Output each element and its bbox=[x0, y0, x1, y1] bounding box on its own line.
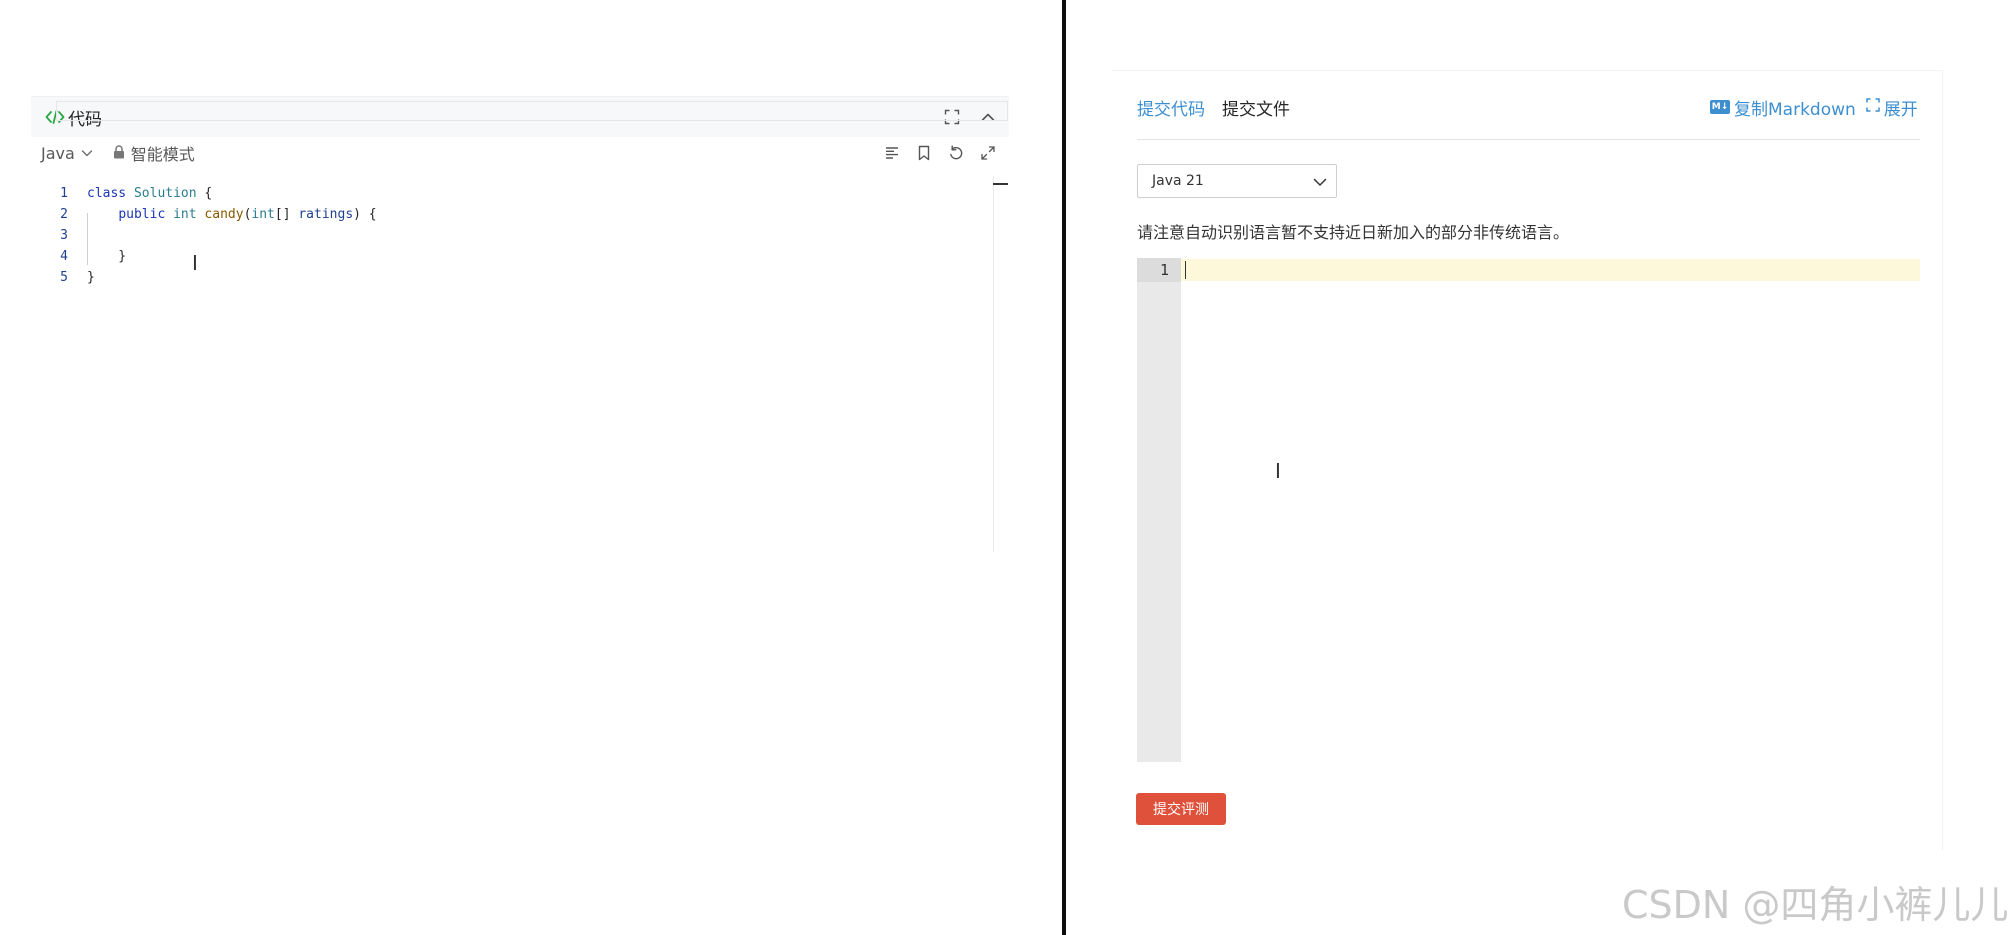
code-input-area[interactable]: 1 bbox=[1137, 258, 1920, 762]
code-line: 1 class Solution { bbox=[31, 183, 993, 204]
tab-submit-file[interactable]: 提交文件 bbox=[1222, 95, 1290, 120]
submit-tabs: 提交代码 提交文件 bbox=[1137, 90, 1290, 124]
header-divider bbox=[1137, 139, 1920, 140]
code-line: 5 } bbox=[31, 267, 993, 288]
undo-icon[interactable] bbox=[945, 142, 967, 164]
text-cursor-icon: I bbox=[192, 251, 198, 275]
language-dropdown[interactable]: Java bbox=[41, 144, 93, 163]
code-panel: 代码 Java 智能模式 1 class Solution {2 public… bbox=[31, 96, 1009, 552]
active-line-highlight bbox=[56, 101, 1008, 121]
expand-icon[interactable] bbox=[977, 142, 999, 164]
tab-submit-code[interactable]: 提交代码 bbox=[1137, 95, 1205, 120]
line-number: 5 bbox=[60, 270, 68, 285]
minimap-slider[interactable] bbox=[993, 183, 1008, 185]
editor-toolbar-actions bbox=[881, 136, 999, 170]
chevron-down-icon bbox=[81, 144, 93, 163]
line-number: 1 bbox=[1137, 258, 1181, 282]
format-icon[interactable] bbox=[881, 142, 903, 164]
bookmark-icon[interactable] bbox=[913, 142, 935, 164]
language-select-value: Java 21 bbox=[1152, 173, 1204, 189]
smart-mode-label: 智能模式 bbox=[130, 145, 195, 164]
code-line: 2 public int candy(int[] ratings) { bbox=[31, 204, 993, 225]
line-gutter: 1 bbox=[1137, 258, 1181, 762]
code-line: 3 bbox=[31, 225, 993, 246]
submit-judge-button[interactable]: 提交评测 bbox=[1136, 793, 1226, 825]
expand-link[interactable]: 展开 bbox=[1866, 95, 1918, 120]
line-code: } bbox=[87, 249, 127, 264]
expand-label: 展开 bbox=[1883, 99, 1918, 120]
language-notice: 请注意自动识别语言暂不支持近日新加入的部分非传统语言。 bbox=[1137, 223, 1570, 242]
copy-markdown-link[interactable]: M↓ 复制Markdown bbox=[1710, 95, 1856, 120]
code-line: 4 } bbox=[31, 246, 993, 267]
code-editor[interactable]: 1 class Solution { 2 public int candy(in… bbox=[31, 176, 994, 552]
text-caret bbox=[1185, 261, 1186, 279]
indent-guide bbox=[87, 213, 88, 265]
line-code: } bbox=[87, 270, 95, 285]
copy-markdown-label: 复制Markdown bbox=[1734, 99, 1856, 120]
split-divider[interactable] bbox=[1062, 0, 1066, 935]
current-line-highlight bbox=[1181, 259, 1920, 281]
smart-mode-toggle[interactable]: 智能模式 bbox=[113, 141, 195, 165]
markdown-icon: M↓ bbox=[1710, 100, 1730, 114]
card-actions: M↓ 复制Markdown 展开 bbox=[1710, 90, 1918, 124]
chevron-down-icon bbox=[1312, 174, 1328, 194]
watermark: CSDN @四角小裤儿儿 bbox=[1622, 883, 2009, 927]
editor-toolbar: Java 智能模式 bbox=[31, 136, 1009, 170]
language-select[interactable]: Java 21 bbox=[1137, 164, 1337, 198]
line-number: 2 bbox=[60, 207, 68, 222]
language-label: Java bbox=[41, 143, 75, 163]
line-number: 1 bbox=[60, 186, 68, 201]
line-number: 4 bbox=[60, 249, 68, 264]
text-cursor-icon: I bbox=[1275, 459, 1281, 483]
line-code: class Solution { bbox=[87, 186, 213, 201]
line-number: 3 bbox=[60, 228, 68, 243]
line-code: public int candy(int[] ratings) { bbox=[118, 207, 377, 222]
lock-icon bbox=[113, 144, 125, 163]
expand-icon bbox=[1866, 97, 1880, 117]
